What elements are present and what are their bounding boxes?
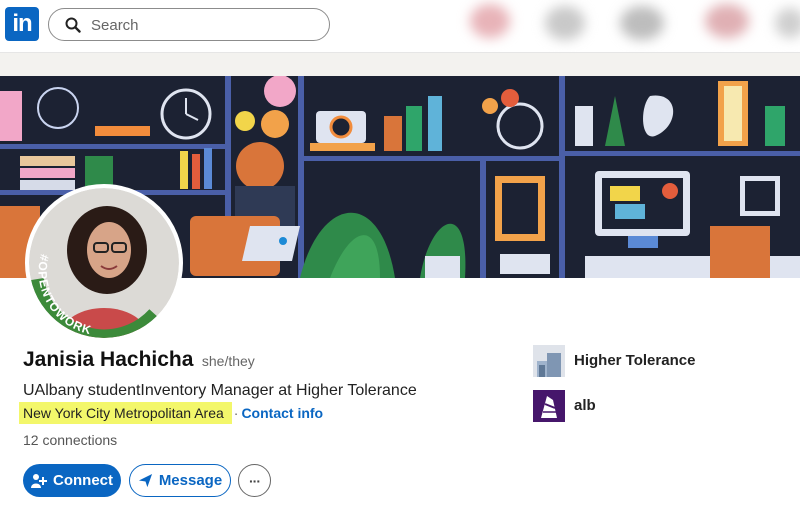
linkedin-logo[interactable]: in [5,7,39,41]
search-input[interactable] [89,15,313,36]
message-label: Message [158,472,223,489]
contact-info-link[interactable]: Contact info [241,405,323,421]
company-name: Higher Tolerance [574,352,696,369]
send-icon [138,473,152,488]
connections-count[interactable]: 12 connections [23,432,117,448]
search-box[interactable] [48,8,330,41]
location-row: New York City Metropolitan Area · Contact … [19,402,323,424]
top-navigation: in [0,0,800,53]
search-icon [65,17,81,33]
more-icon: ··· [249,472,261,489]
blurred-nav-icons [450,0,800,52]
current-company[interactable]: Higher Tolerance [533,344,695,377]
pronouns: she/they [201,353,255,369]
profile-card: #OPENTOWORK Janisia Hachicha she/they UA… [0,76,800,516]
profile-name: Janisia Hachicha [23,348,194,371]
more-actions-button[interactable]: ··· [238,464,271,497]
profile-photo-image: #OPENTOWORK [29,188,179,338]
separator-dot: · [233,405,239,421]
profile-headline: UAlbany studentInventory Manager at High… [23,382,417,399]
company-logo-icon [533,344,565,377]
add-person-icon [31,473,47,488]
school-logo-icon [533,389,565,422]
connect-label: Connect [53,472,113,489]
message-button[interactable]: Message [129,464,231,497]
connect-button[interactable]: Connect [23,464,121,497]
location-text: New York City Metropolitan Area [19,402,232,424]
school-name: alb [574,397,596,414]
education-school[interactable]: alb [533,389,596,422]
name-row: Janisia Hachicha she/they [23,348,255,372]
profile-photo[interactable]: #OPENTOWORK [25,184,183,342]
